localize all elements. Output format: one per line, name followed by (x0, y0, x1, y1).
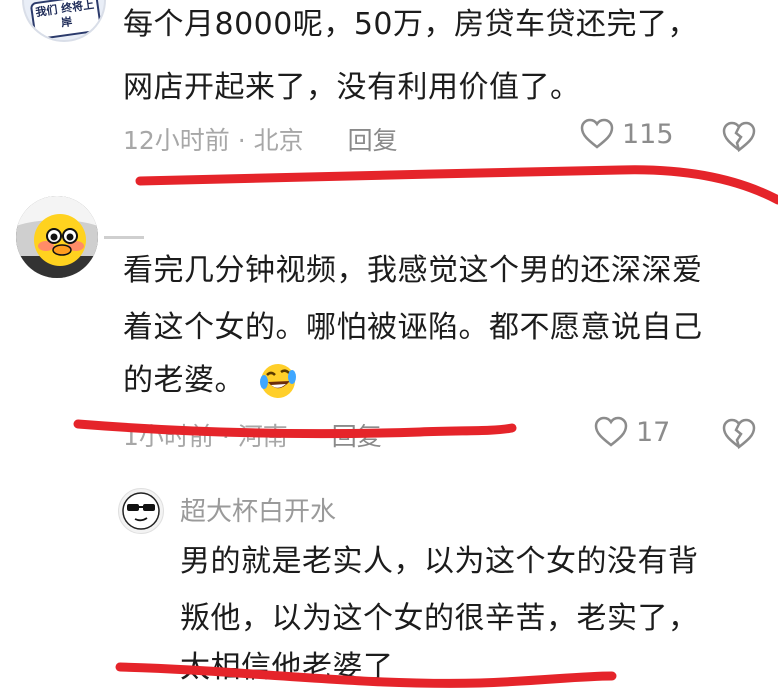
comment2-text-line1: 看完几分钟视频，我感觉这个男的还深深爱 (123, 253, 703, 288)
reply1-text-line2: 叛他，以为这个女的很辛苦，老实了， (180, 601, 699, 636)
comment1-like-button[interactable]: 115 (580, 118, 674, 150)
sunglasses-face-icon (122, 492, 160, 530)
comment2-like-count: 17 (636, 416, 671, 448)
comment2-time: 1小时前 (123, 422, 214, 451)
comment1-reply-button[interactable]: 回复 (348, 126, 398, 155)
avatar-comment1[interactable]: 我们 终将上岸 (22, 0, 106, 42)
heart-icon (580, 118, 614, 149)
comment2-text-line2: 着这个女的。哪怕被诬陷。都不愿意说自己 (123, 310, 703, 345)
comment2-like-button[interactable]: 17 (594, 416, 670, 448)
reply1-text-line1: 男的就是老实人，以为这个女的没有背 (180, 544, 699, 579)
comment1-time: 12小时前 (123, 126, 230, 155)
comment1-text-line2: 网店开起来了，没有利用价值了。 (123, 70, 581, 105)
reply1-text-line3: 太相信他老婆了 (180, 650, 394, 685)
meta-separator: · (237, 126, 254, 155)
reply1-username[interactable]: 超大杯白开水 (180, 491, 336, 528)
username-bar-hidden (104, 236, 144, 239)
comment2-text-line3: 的老婆。 (123, 363, 245, 398)
broken-heart-icon[interactable] (722, 121, 756, 153)
laugh-cry-emoji-icon (260, 364, 296, 398)
comment2-location: 河南 (237, 422, 288, 451)
comment2-meta: 1小时前 · 河南 回复 (123, 417, 382, 453)
heart-icon (594, 416, 628, 447)
meta-separator: · (221, 422, 238, 451)
comment2-reply-button[interactable]: 回复 (332, 422, 382, 451)
comment1-like-count: 115 (622, 118, 674, 150)
duck-avatar-icon (16, 196, 98, 278)
avatar-badge: 我们 终将上岸 (29, 0, 103, 40)
comment1-meta: 12小时前 · 北京 回复 (123, 121, 398, 157)
comment1-location: 北京 (253, 126, 304, 155)
broken-heart-icon[interactable] (722, 418, 756, 450)
avatar-comment2[interactable] (16, 196, 98, 278)
comment1-text-line1: 每个月8000呢，50万，房贷车贷还完了， (123, 7, 699, 42)
red-underline-1 (135, 165, 778, 205)
avatar-reply1[interactable] (118, 488, 164, 534)
